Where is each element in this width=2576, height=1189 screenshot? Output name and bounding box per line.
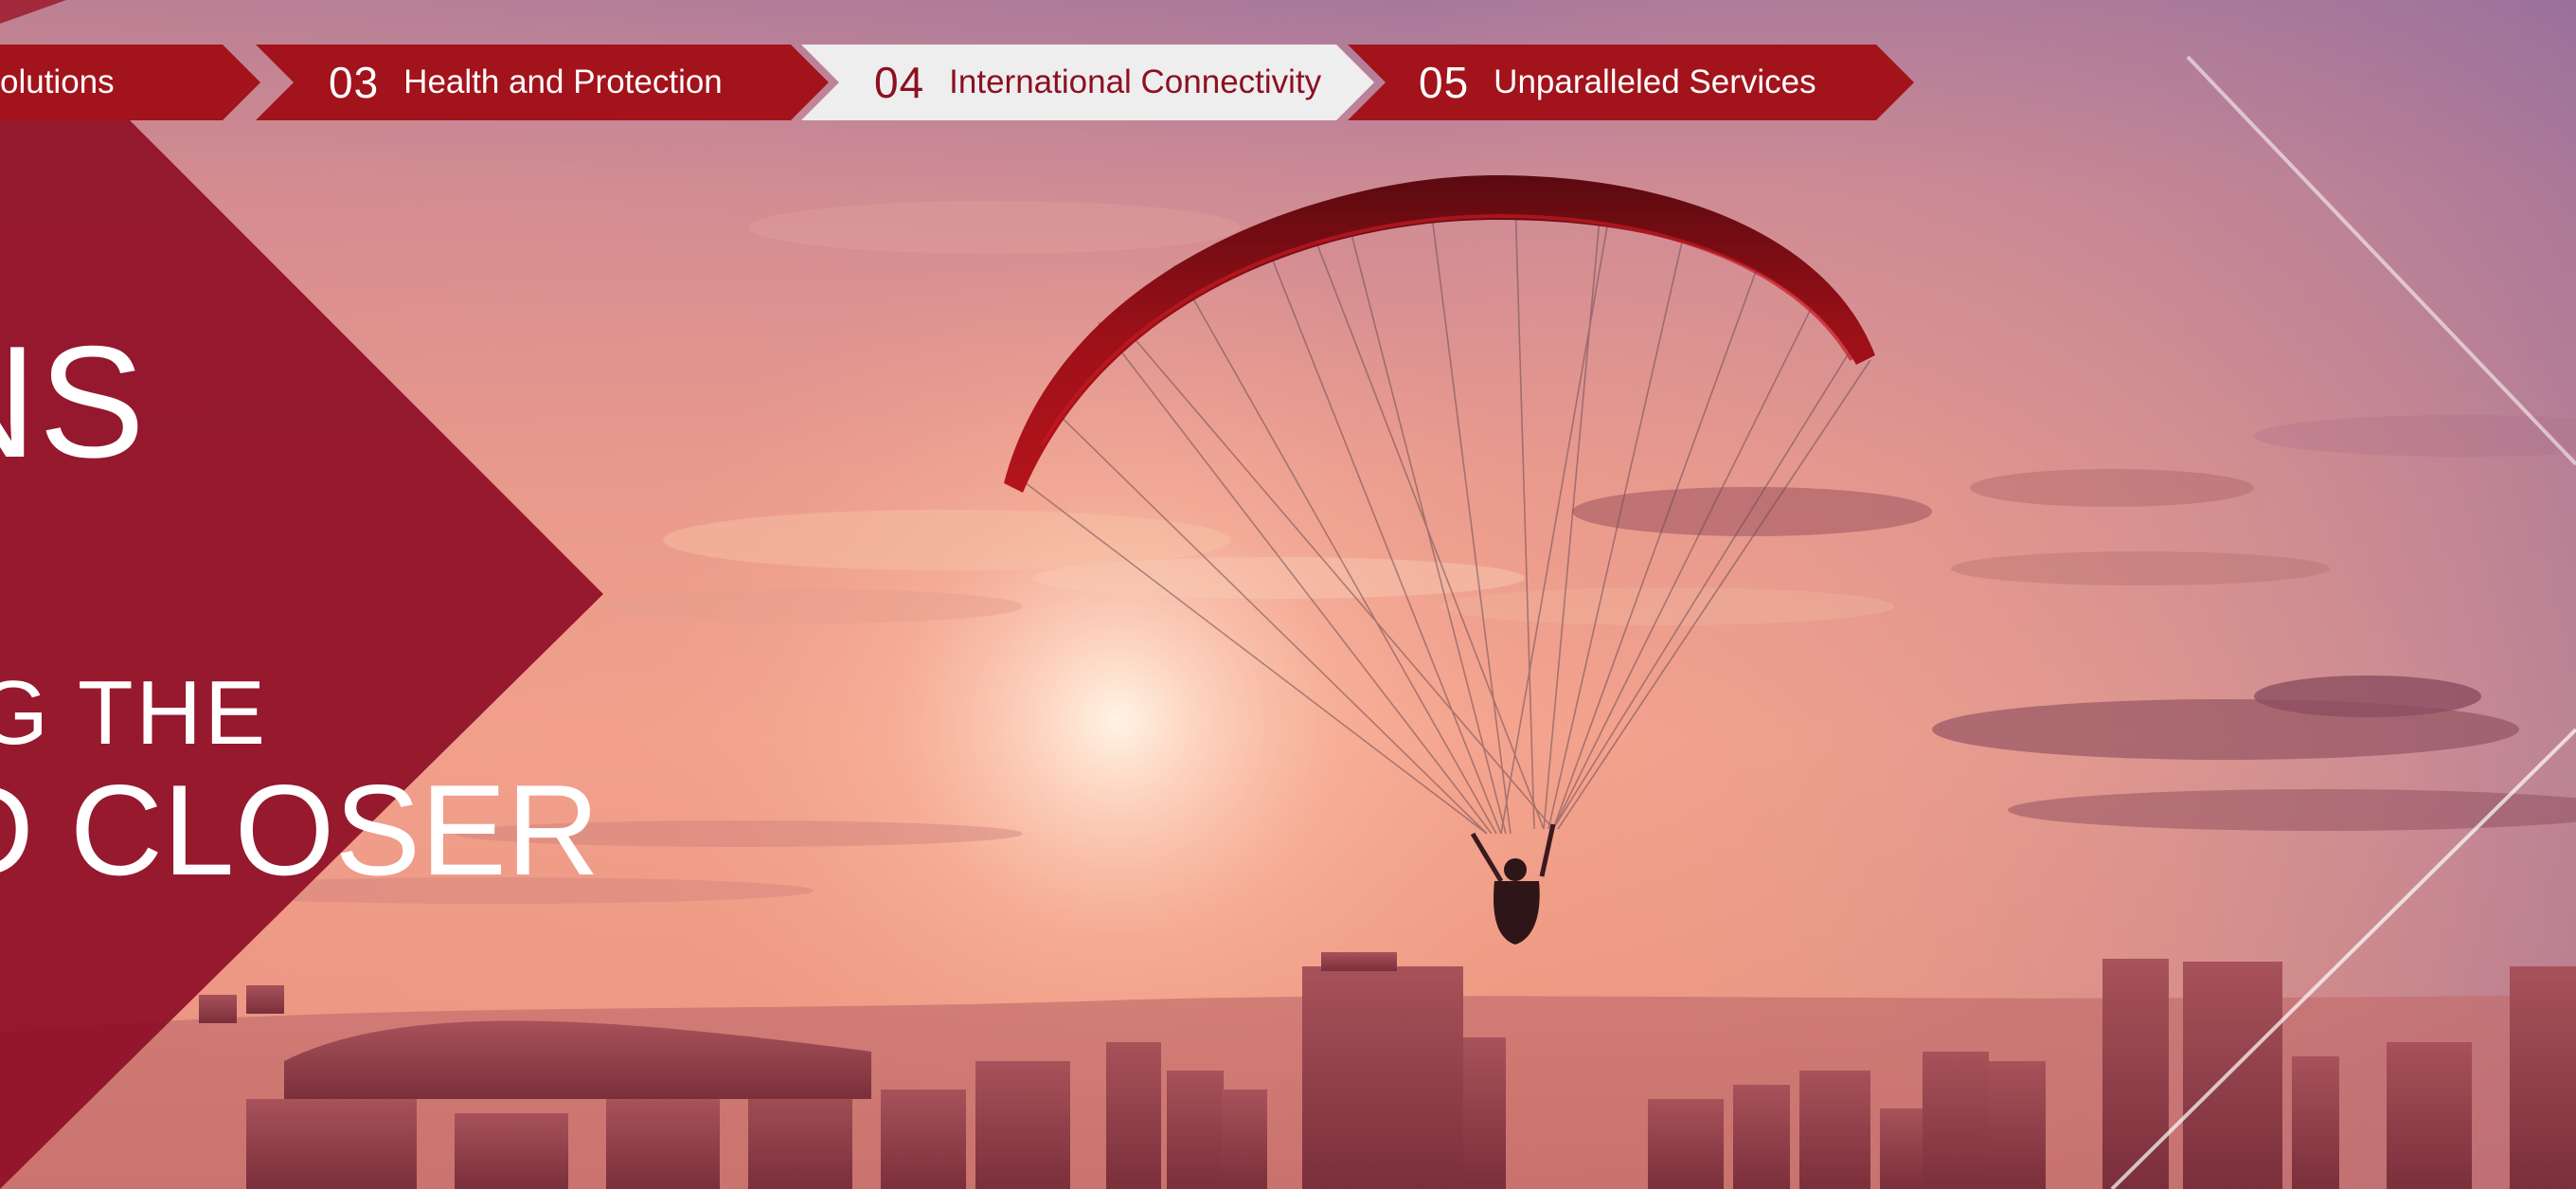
headline-line-1: NS — [0, 313, 147, 491]
section-tabs: olutions 03 Health and Protection 04 Int… — [0, 45, 1923, 120]
tab-number: 05 — [1419, 58, 1470, 107]
tab-unparalleled-services[interactable]: 05 Unparalleled Services — [1348, 45, 1914, 120]
tab-number: 03 — [329, 58, 380, 107]
tab-international-connectivity[interactable]: 04 International Connectivity — [801, 45, 1374, 120]
tab-label: Unparalleled Services — [1494, 63, 1816, 100]
tab-number: 04 — [874, 58, 925, 107]
tab-health-and-protection[interactable]: 03 Health and Protection — [256, 45, 829, 120]
headline-line-3: D CLOSER — [0, 758, 599, 902]
tab-solutions[interactable]: olutions — [0, 45, 260, 120]
tab-label: Health and Protection — [403, 63, 723, 100]
headline-line-2: G THE — [0, 662, 268, 764]
tab-label: olutions — [0, 63, 115, 100]
hero-banner: NS G THE D CLOSER olutions 03 Health and… — [0, 0, 2576, 1189]
tab-label: International Connectivity — [949, 63, 1322, 100]
hero-image — [0, 0, 2576, 1189]
